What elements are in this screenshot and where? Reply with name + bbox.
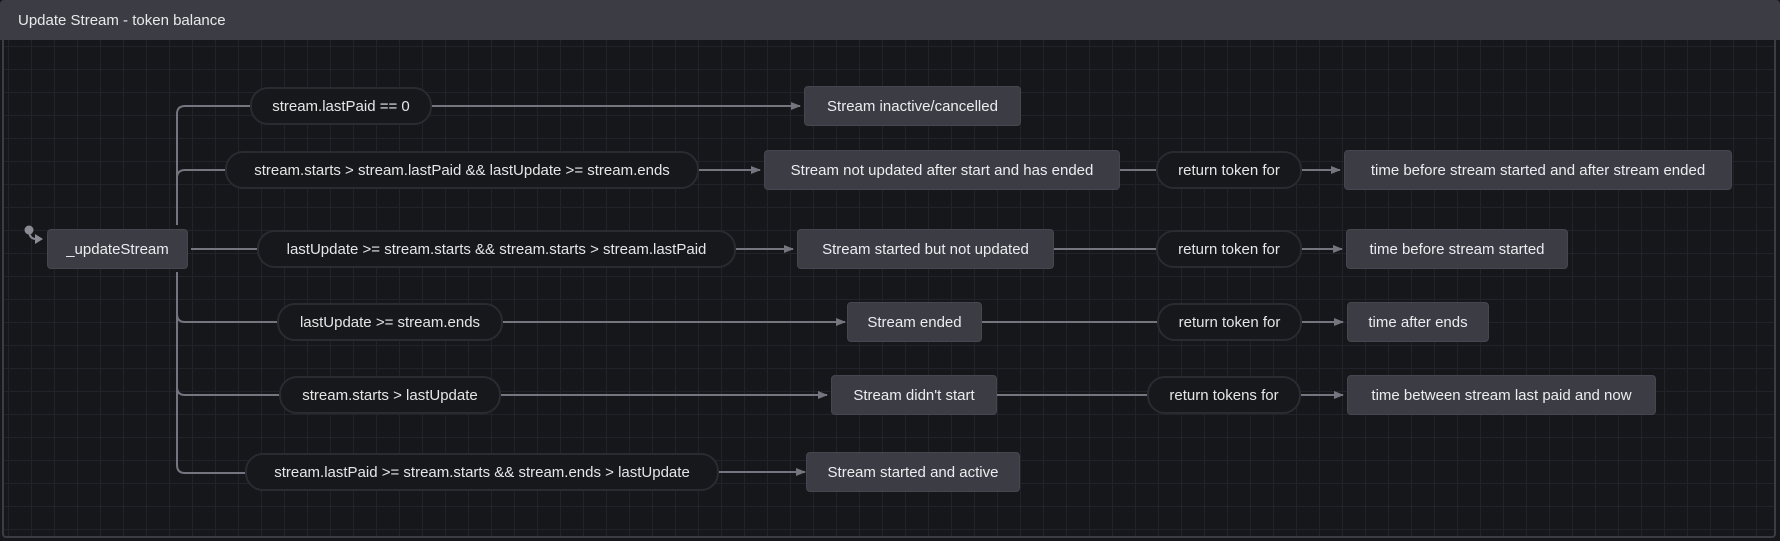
initial-state-icon <box>24 225 43 244</box>
action-branch-3[interactable]: return token for <box>1156 230 1302 268</box>
guard-branch-3[interactable]: lastUpdate >= stream.starts && stream.st… <box>257 230 736 268</box>
state-branch-2-target[interactable]: Stream not updated after start and has e… <box>764 150 1120 190</box>
state-branch-6-target[interactable]: Stream started and active <box>806 452 1020 492</box>
guard-branch-4[interactable]: lastUpdate >= stream.ends <box>277 303 503 341</box>
state-branch-5-result[interactable]: time between stream last paid and now <box>1347 375 1656 415</box>
action-branch-4[interactable]: return token for <box>1157 303 1302 341</box>
state-branch-4-target[interactable]: Stream ended <box>847 302 982 342</box>
state-branch-2-result[interactable]: time before stream started and after str… <box>1344 150 1732 190</box>
guard-branch-1[interactable]: stream.lastPaid == 0 <box>250 87 432 125</box>
state-branch-5-target[interactable]: Stream didn't start <box>831 375 997 415</box>
action-branch-2[interactable]: return token for <box>1156 151 1302 189</box>
edge-branch-5-in <box>176 386 279 396</box>
action-branch-5[interactable]: return tokens for <box>1147 376 1301 414</box>
state-branch-4-result[interactable]: time after ends <box>1347 302 1489 342</box>
edge-branch-4-in <box>176 313 277 323</box>
guard-branch-2[interactable]: stream.starts > stream.lastPaid && lastU… <box>225 151 699 189</box>
guard-branch-5[interactable]: stream.starts > lastUpdate <box>279 376 501 414</box>
edge-branch-2-in <box>176 169 225 179</box>
state-updateStream[interactable]: _updateStream <box>47 229 188 269</box>
edge-branch-lower-trunk <box>176 272 245 474</box>
guard-branch-6[interactable]: stream.lastPaid >= stream.starts && stre… <box>245 453 719 491</box>
state-branch-3-result[interactable]: time before stream started <box>1346 229 1568 269</box>
state-branch-3-target[interactable]: Stream started but not updated <box>797 229 1054 269</box>
state-branch-1-target[interactable]: Stream inactive/cancelled <box>804 86 1021 126</box>
